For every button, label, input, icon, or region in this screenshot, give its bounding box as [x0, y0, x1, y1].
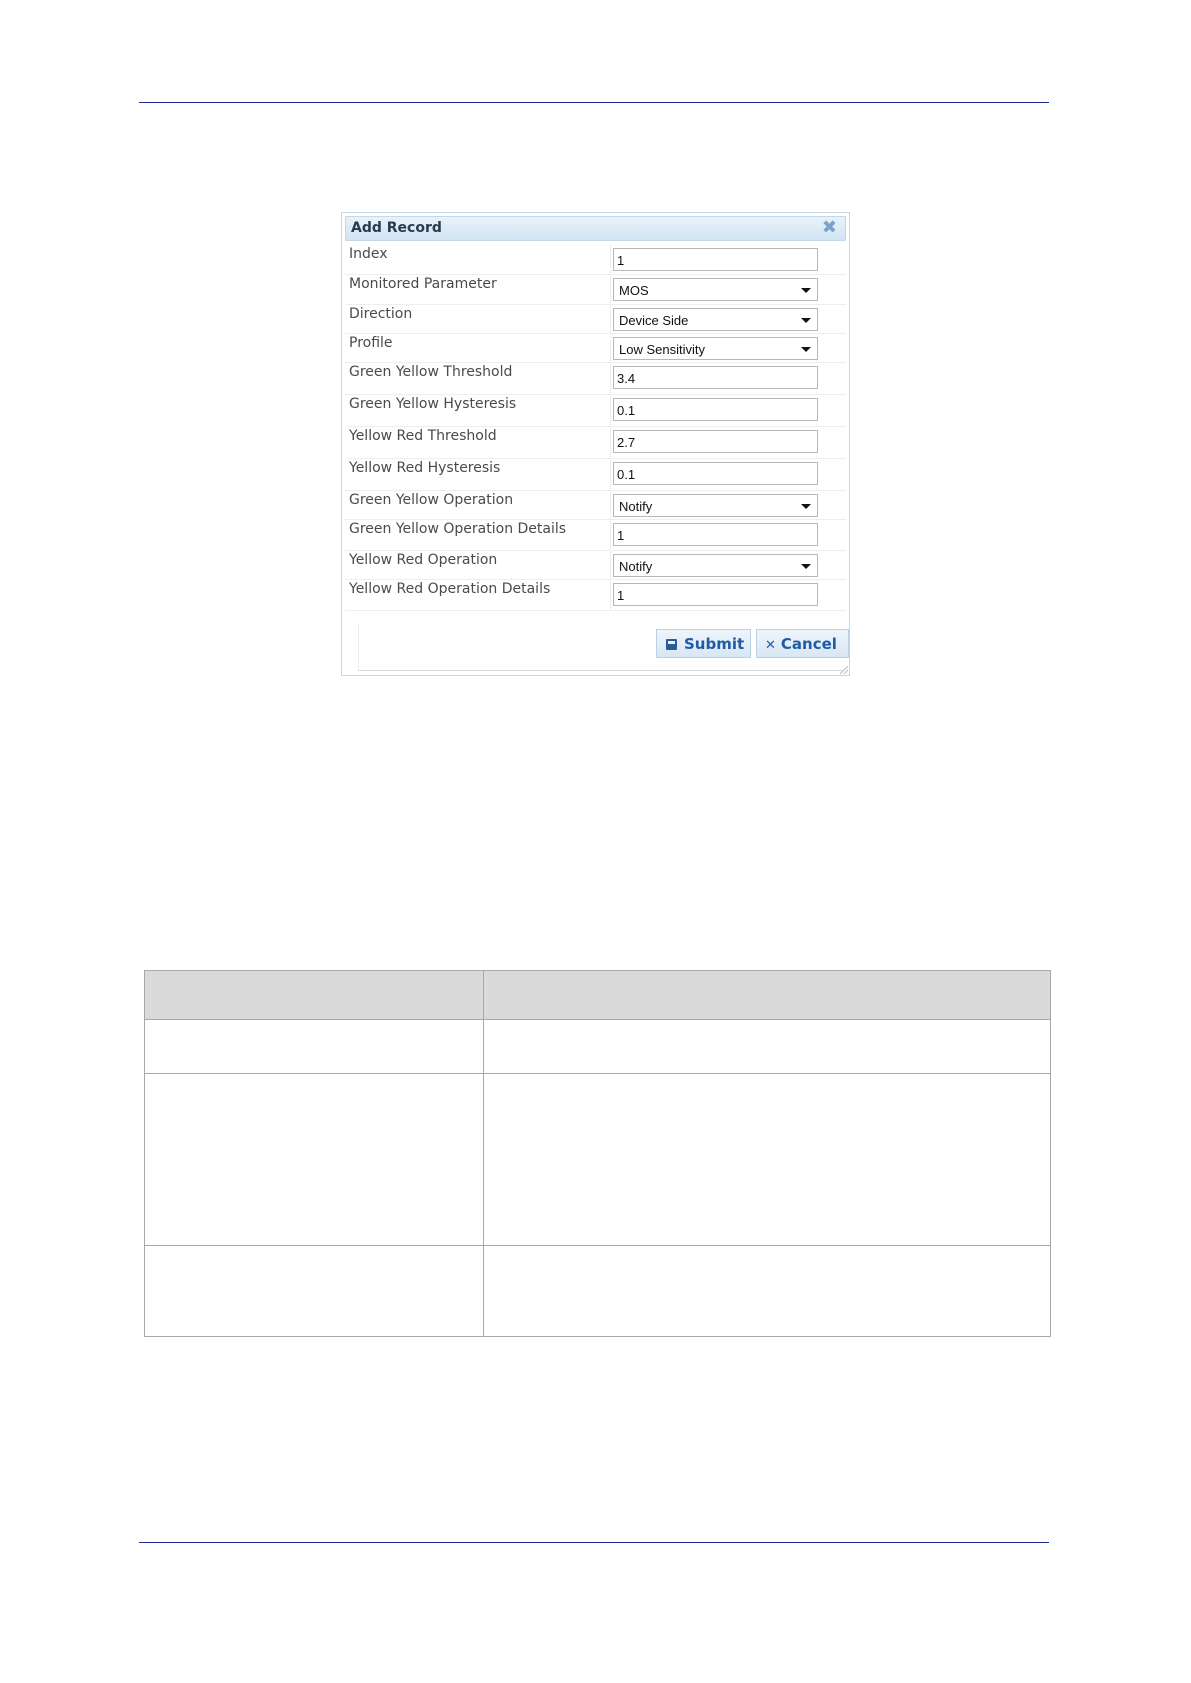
cancel-icon: ✕	[765, 638, 776, 653]
profile-select[interactable]: Low Sensitivity	[613, 337, 818, 360]
yellow-red-threshold-input[interactable]: 2.7	[613, 430, 818, 453]
yellow-red-operation-select[interactable]: Notify	[613, 554, 818, 577]
green-yellow-operation-label: Green Yellow Operation	[349, 492, 514, 508]
direction-label: Direction	[349, 306, 413, 322]
table-row	[144, 1245, 1051, 1337]
table-cell	[144, 1019, 484, 1074]
monitored-parameter-label: Monitored Parameter	[349, 276, 497, 292]
yellow-red-threshold-value: 2.7	[617, 435, 636, 450]
table-header-row	[144, 970, 1051, 1020]
form-row-profile: Profile Low Sensitivity	[345, 334, 846, 363]
form-row-green-yellow-operation-details: Green Yellow Operation Details 1	[345, 520, 846, 551]
green-yellow-operation-select[interactable]: Notify	[613, 494, 818, 517]
table-cell	[483, 1073, 1051, 1246]
form-row-green-yellow-hysteresis: Green Yellow Hysteresis 0.1	[345, 395, 846, 427]
direction-value: Device Side	[619, 313, 689, 328]
green-yellow-operation-value: Notify	[619, 499, 653, 514]
form-fields: Index 1 Monitored Parameter MOS Direction Dev…	[345, 245, 846, 611]
row-divider	[610, 334, 611, 362]
yellow-red-operation-details-value: 1	[617, 588, 625, 603]
parameter-table	[144, 970, 1051, 1337]
save-icon	[666, 639, 677, 650]
dialog-title: Add Record	[351, 220, 442, 236]
green-yellow-threshold-label: Green Yellow Threshold	[349, 364, 513, 380]
monitored-parameter-select[interactable]: MOS	[613, 278, 818, 301]
dialog-footer: Submit ✕ Cancel	[358, 623, 849, 671]
yellow-red-threshold-label: Yellow Red Threshold	[349, 428, 497, 444]
yellow-red-operation-label: Yellow Red Operation	[349, 552, 498, 568]
form-row-direction: Direction Device Side	[345, 305, 846, 334]
row-divider	[610, 275, 611, 304]
cancel-button[interactable]: ✕ Cancel	[756, 629, 849, 658]
row-divider	[610, 427, 611, 458]
table-cell	[483, 1019, 1051, 1074]
yellow-red-hysteresis-input[interactable]: 0.1	[613, 462, 818, 485]
footer-rule	[139, 1542, 1049, 1543]
form-row-yellow-red-operation: Yellow Red Operation Notify	[345, 551, 846, 580]
table-row	[144, 1073, 1051, 1246]
form-row-monitored-parameter: Monitored Parameter MOS	[345, 275, 846, 305]
submit-label: Submit	[684, 635, 745, 653]
monitored-parameter-value: MOS	[619, 283, 649, 298]
chevron-down-icon	[801, 288, 811, 293]
add-record-dialog: Add Record ✖ Index 1 Monitored Parameter MO…	[341, 212, 850, 676]
row-divider	[610, 363, 611, 394]
row-divider	[610, 580, 611, 610]
form-row-yellow-red-operation-details: Yellow Red Operation Details 1	[345, 580, 846, 611]
resize-grip-icon[interactable]	[840, 666, 848, 674]
profile-value: Low Sensitivity	[619, 342, 705, 357]
yellow-red-operation-value: Notify	[619, 559, 653, 574]
row-divider	[610, 459, 611, 490]
green-yellow-operation-details-value: 1	[617, 528, 625, 543]
yellow-red-operation-details-input[interactable]: 1	[613, 583, 818, 606]
row-divider	[610, 551, 611, 579]
chevron-down-icon	[801, 504, 811, 509]
yellow-red-hysteresis-label: Yellow Red Hysteresis	[349, 460, 501, 476]
green-yellow-threshold-value: 3.4	[617, 371, 636, 386]
green-yellow-threshold-input[interactable]: 3.4	[613, 366, 818, 389]
green-yellow-hysteresis-input[interactable]: 0.1	[613, 398, 818, 421]
green-yellow-operation-details-label: Green Yellow Operation Details	[349, 521, 567, 537]
close-icon[interactable]: ✖	[822, 218, 837, 238]
table-cell	[483, 1245, 1051, 1337]
row-divider	[610, 395, 611, 426]
chevron-down-icon	[801, 347, 811, 352]
form-row-index: Index 1	[345, 245, 846, 275]
form-row-yellow-red-threshold: Yellow Red Threshold 2.7	[345, 427, 846, 459]
header-rule	[139, 102, 1049, 103]
row-divider	[610, 245, 611, 274]
green-yellow-hysteresis-label: Green Yellow Hysteresis	[349, 396, 517, 412]
cancel-label: Cancel	[780, 635, 837, 653]
yellow-red-operation-details-label: Yellow Red Operation Details	[349, 581, 551, 597]
yellow-red-hysteresis-value: 0.1	[617, 467, 636, 482]
form-row-green-yellow-operation: Green Yellow Operation Notify	[345, 491, 846, 520]
table-header-cell	[144, 970, 484, 1020]
row-divider	[610, 305, 611, 333]
index-input[interactable]: 1	[613, 248, 818, 271]
chevron-down-icon	[801, 564, 811, 569]
row-divider	[610, 520, 611, 550]
submit-button[interactable]: Submit	[656, 629, 751, 658]
table-cell	[144, 1245, 484, 1337]
dialog-title-bar[interactable]: Add Record ✖	[345, 216, 846, 241]
table-cell	[144, 1073, 484, 1246]
form-row-yellow-red-hysteresis: Yellow Red Hysteresis 0.1	[345, 459, 846, 491]
table-row	[144, 1019, 1051, 1074]
index-label: Index	[349, 246, 388, 262]
profile-label: Profile	[349, 335, 393, 351]
row-divider	[610, 491, 611, 519]
green-yellow-operation-details-input[interactable]: 1	[613, 523, 818, 546]
table-header-cell	[483, 970, 1051, 1020]
direction-select[interactable]: Device Side	[613, 308, 818, 331]
chevron-down-icon	[801, 318, 811, 323]
green-yellow-hysteresis-value: 0.1	[617, 403, 636, 418]
form-row-green-yellow-threshold: Green Yellow Threshold 3.4	[345, 363, 846, 395]
index-value: 1	[617, 253, 625, 268]
